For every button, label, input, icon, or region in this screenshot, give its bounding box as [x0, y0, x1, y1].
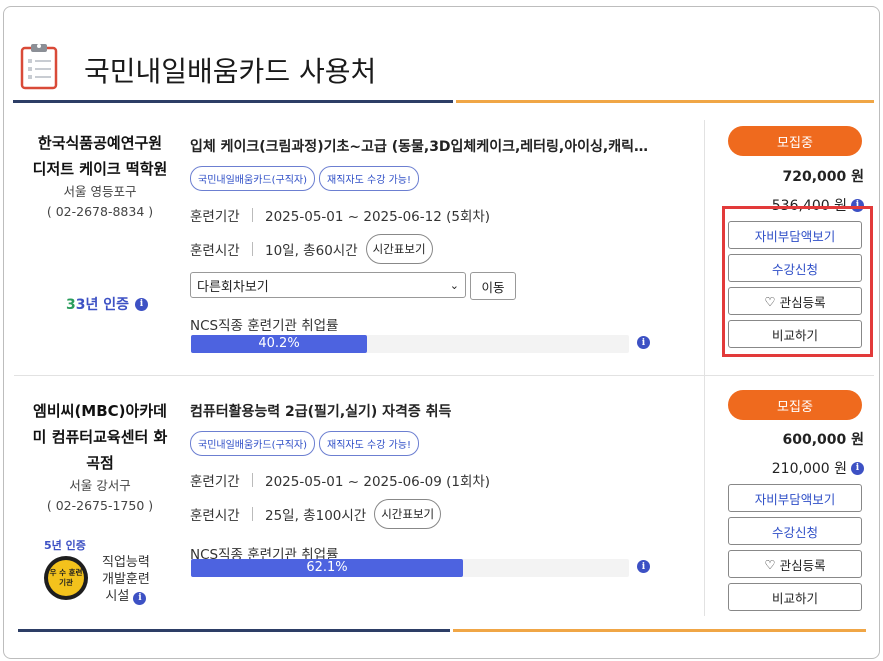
tag: 재직자도 수강 가능! — [319, 166, 419, 191]
employment-rate-bar: 62.1% — [191, 559, 629, 577]
column-separator — [704, 376, 705, 616]
cert-label: 33년 인증 — [66, 297, 130, 313]
apply-button[interactable]: 수강신청 — [728, 517, 862, 545]
separator — [252, 473, 253, 487]
period-label: 훈련기간 — [190, 209, 240, 225]
tag-list: 국민내일배움카드(구직자) 재직자도 수강 가능! — [190, 431, 655, 456]
course-title[interactable]: 입체 케이크(크림과정)기초~고급 (동물,3D입체케이크,레터링,아이싱,캐릭… — [190, 136, 650, 156]
heart-icon: ♡ — [764, 556, 776, 572]
move-button[interactable]: 이동 — [470, 272, 516, 300]
timetable-button[interactable]: 시간표보기 — [374, 499, 442, 529]
compare-button[interactable]: 비교하기 — [728, 583, 862, 611]
time-label: 훈련시간 — [190, 243, 240, 259]
clipboard-icon — [20, 42, 58, 90]
header-divider-right — [456, 100, 874, 103]
institution-name[interactable]: 엠비씨(MBC)아카데 — [14, 398, 186, 424]
cert-text: 3년 인증 — [75, 297, 130, 313]
institution-location: 서울 영등포구 — [63, 184, 137, 199]
institution-name-line3[interactable]: 곡점 — [14, 450, 186, 476]
price: 720,000 원 — [782, 169, 864, 185]
footer-divider-right — [453, 629, 866, 632]
ncs-label: NCS직종 훈련기관 취업률 — [190, 318, 339, 334]
institution-location: 서울 강서구 — [69, 478, 131, 493]
separator — [252, 242, 253, 256]
institution-name-line2[interactable]: 디저트 케이크 떡학원 — [14, 156, 186, 182]
certification-badge: 33년 인증 i — [66, 294, 149, 314]
course-title[interactable]: 컴퓨터활용능력 2급(필기,실기) 자격증 취득 — [190, 401, 650, 421]
training-time-row: 훈련시간 10일, 총60시간 시간표보기 — [190, 234, 655, 264]
cert-text: 5년 인증 — [44, 539, 86, 552]
self-pay-price-row: 210,000 원 i — [726, 458, 864, 478]
info-icon[interactable]: i — [133, 592, 147, 605]
training-period-row: 훈련기간 2025-05-01 ~ 2025-06-09 (1회차) — [190, 470, 655, 490]
session-select-value: 다른회차보기 — [197, 279, 269, 295]
page-title: 국민내일배움카드 사용처 — [84, 55, 377, 88]
institution-info: 한국식품공예연구원 디저트 케이크 떡학원 서울 영등포구 ( 02-2678-… — [14, 130, 186, 222]
tag: 국민내일배움카드(구직자) — [190, 166, 316, 191]
session-select[interactable]: 다른회차보기 ⌄ — [190, 272, 466, 298]
highlight-box — [722, 206, 873, 357]
institution-phone: ( 02-2678-8834 ) — [46, 204, 154, 219]
time-label: 훈련시간 — [190, 508, 240, 524]
period-value: 2025-05-01 ~ 2025-06-09 (1회차) — [265, 474, 491, 490]
cert-desc-line: 개발훈련 — [102, 572, 150, 587]
info-icon[interactable]: i — [637, 336, 650, 349]
institution-info: 엠비씨(MBC)아카데 미 컴퓨터교육센터 화 곡점 서울 강서구 ( 02-2… — [14, 398, 186, 516]
cert-label: 5년 인증 — [44, 537, 86, 553]
period-value: 2025-05-01 ~ 2025-06-12 (5회차) — [265, 209, 491, 225]
interest-button-label: 관심등록 — [779, 557, 826, 573]
institution-phone: ( 02-2675-1750 ) — [46, 498, 154, 513]
institution-name[interactable]: 한국식품공예연구원 — [14, 130, 186, 156]
training-period-row: 훈련기간 2025-05-01 ~ 2025-06-12 (5회차) — [190, 205, 655, 225]
separator — [252, 507, 253, 521]
status-badge: 모집중 — [728, 390, 862, 420]
chevron-down-icon: ⌄ — [449, 278, 459, 292]
time-value: 10일, 총60시간 — [265, 243, 358, 259]
excellent-institution-badge: 우 수 훈련기관 — [44, 556, 88, 600]
price: 600,000 원 — [782, 432, 864, 448]
tag: 국민내일배움카드(구직자) — [190, 431, 316, 456]
page-header: 국민내일배움카드 사용처 — [20, 38, 376, 94]
info-icon[interactable]: i — [851, 461, 864, 475]
info-icon[interactable]: i — [637, 560, 650, 573]
time-value: 25일, 총100시간 — [265, 508, 367, 524]
cert-description: 직업능력 개발훈련 시설 i — [102, 554, 150, 605]
tag: 재직자도 수강 가능! — [319, 431, 419, 456]
interest-button[interactable]: ♡ 관심등록 — [728, 550, 862, 578]
tag-list: 국민내일배움카드(구직자) 재직자도 수강 가능! — [190, 166, 655, 191]
timetable-button[interactable]: 시간표보기 — [365, 234, 433, 264]
employment-rate-fill: 40.2% — [191, 335, 368, 353]
info-icon[interactable]: i — [135, 297, 149, 311]
separator — [252, 208, 253, 222]
cert-desc-line: 시설 i — [102, 588, 150, 605]
self-pay-button[interactable]: 자비부담액보기 — [728, 484, 862, 512]
session-row: 다른회차보기 ⌄ 이동 — [190, 272, 655, 300]
status-badge: 모집중 — [728, 126, 862, 156]
employment-rate-bar: 40.2% — [191, 335, 629, 353]
institution-name-line2[interactable]: 미 컴퓨터교육센터 화 — [14, 424, 186, 450]
footer-divider-left — [18, 629, 450, 632]
training-time-row: 훈련시간 25일, 총100시간 시간표보기 — [190, 499, 655, 529]
column-separator — [704, 120, 705, 375]
course-item: 엠비씨(MBC)아카데 미 컴퓨터교육센터 화 곡점 서울 강서구 ( 02-2… — [14, 376, 874, 616]
header-divider-left — [13, 100, 453, 103]
self-pay-price: 210,000 원 — [771, 461, 847, 477]
employment-rate-fill: 62.1% — [191, 559, 463, 577]
period-label: 훈련기간 — [190, 474, 240, 490]
cert-desc-line: 직업능력 — [102, 555, 150, 570]
badge-text: 우 수 훈련기관 — [48, 560, 84, 596]
